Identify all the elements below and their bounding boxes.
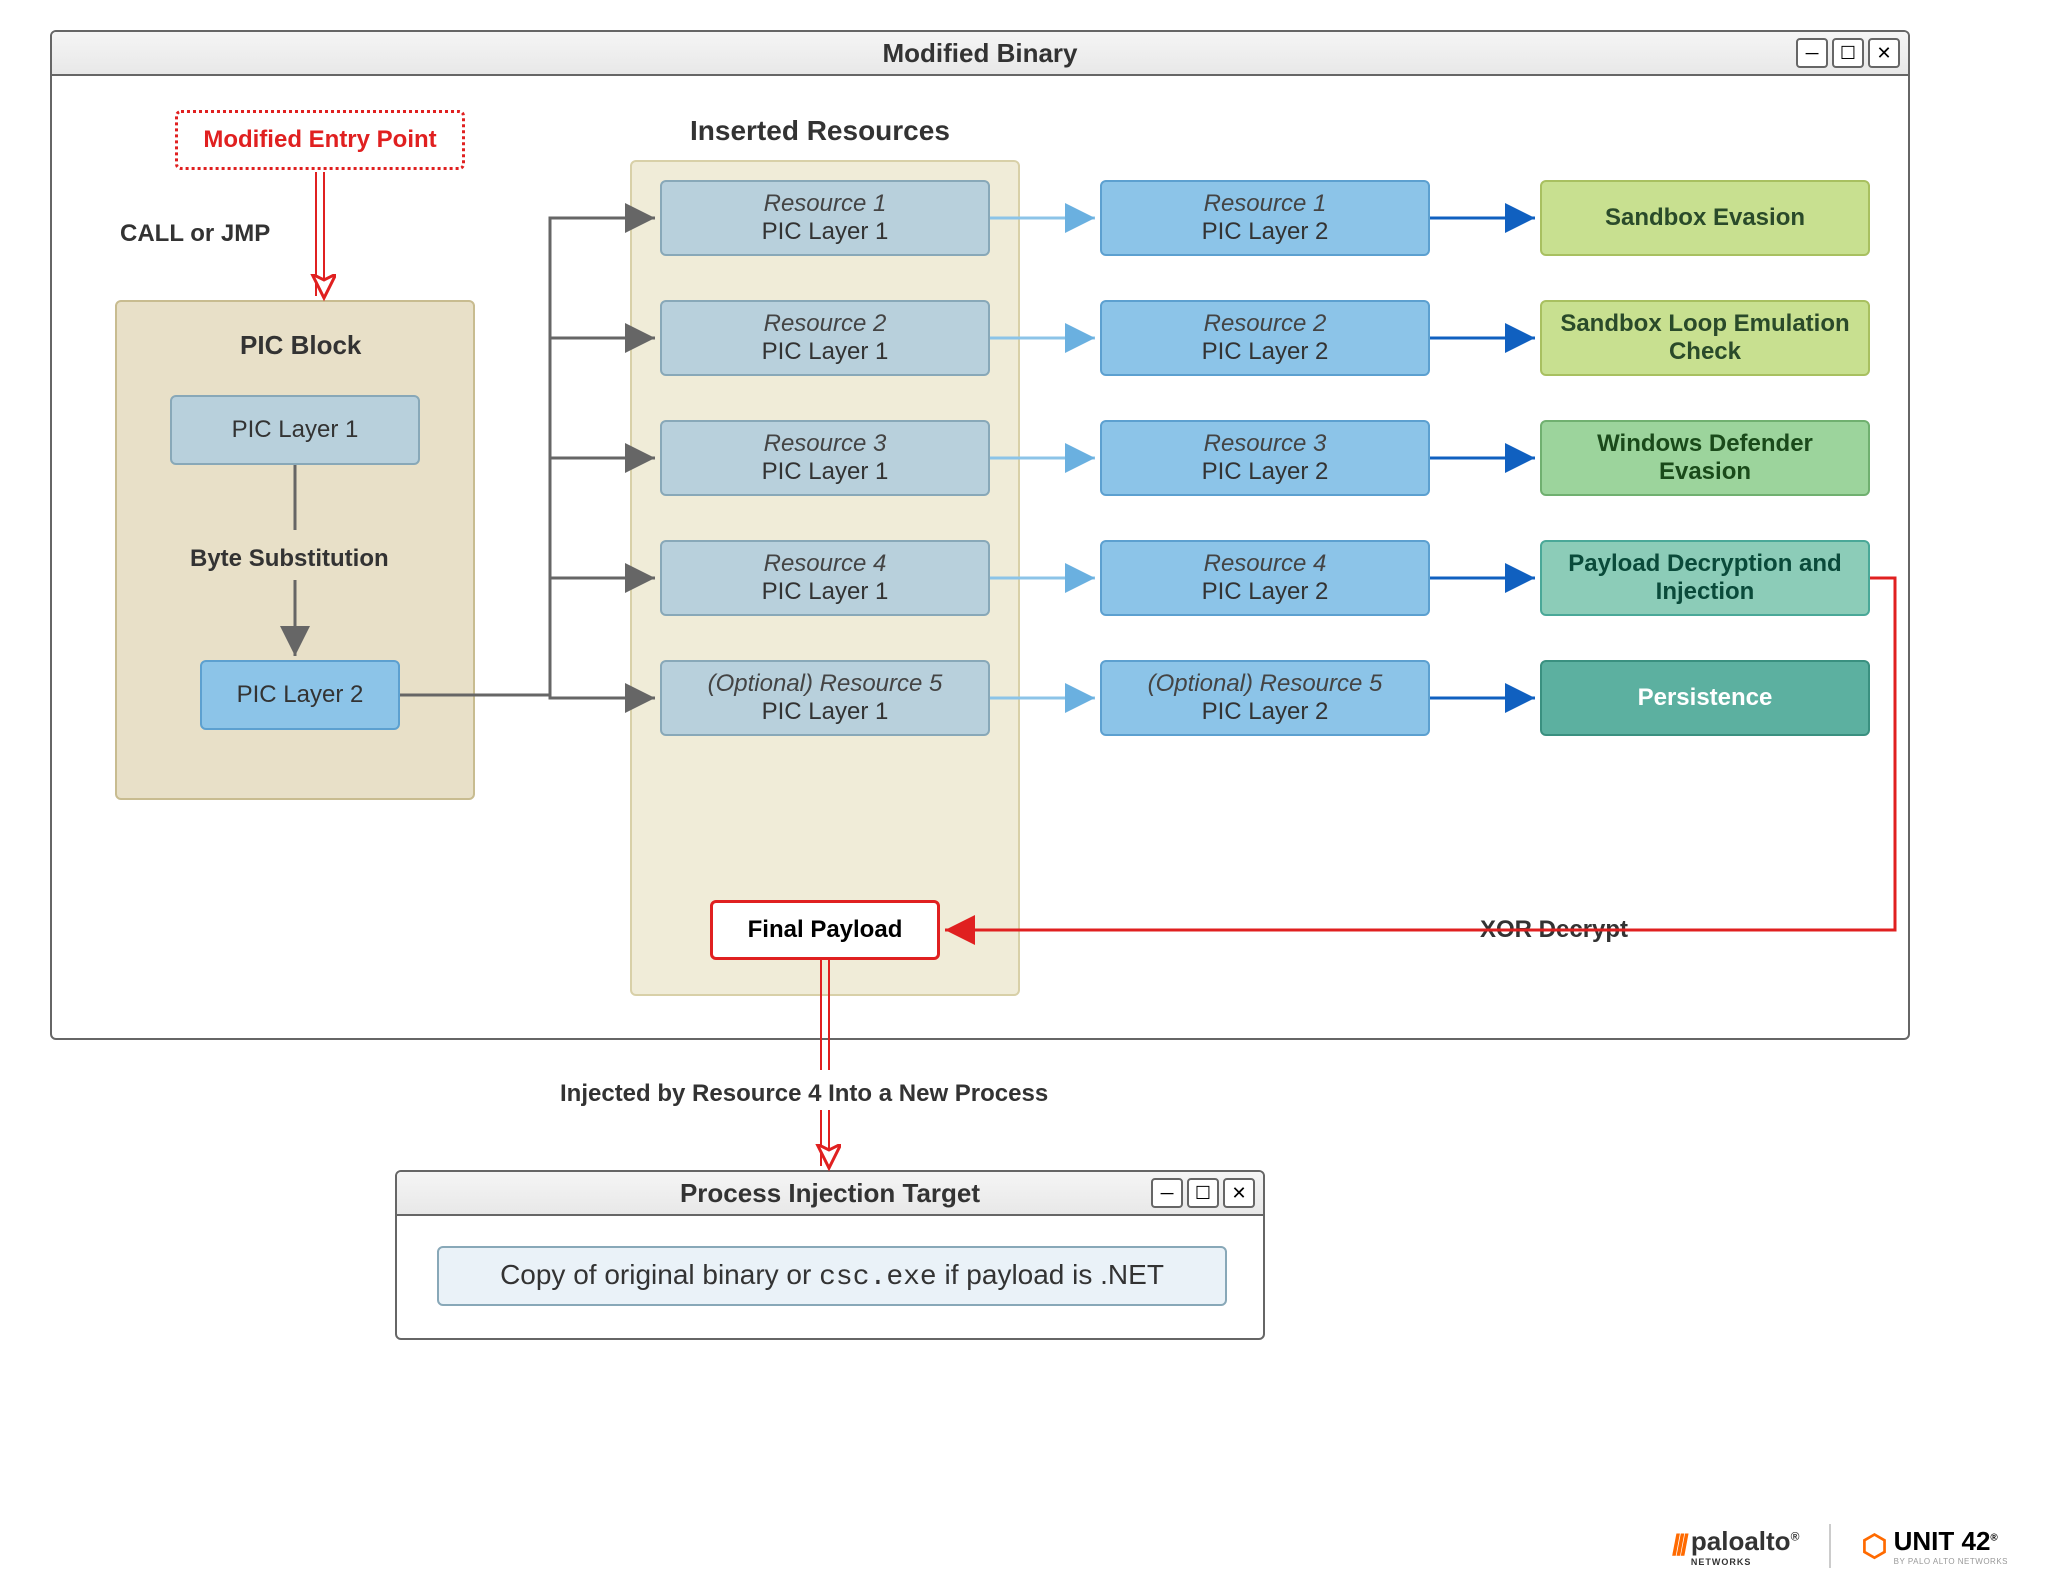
- resource-l1-box: Resource 4PIC Layer 1: [660, 540, 990, 616]
- pic-layer1-box: PIC Layer 1: [170, 395, 420, 465]
- close-icon[interactable]: ✕: [1223, 1178, 1255, 1208]
- target-titlebar: Process Injection Target ─ ☐ ✕: [397, 1172, 1263, 1216]
- entry-point-label: Modified Entry Point: [203, 126, 436, 154]
- xor-decrypt-label: XOR Decrypt: [1480, 916, 1628, 944]
- injected-label: Injected by Resource 4 Into a New Proces…: [560, 1080, 1048, 1108]
- maximize-icon[interactable]: ☐: [1187, 1178, 1219, 1208]
- target-window-controls: ─ ☐ ✕: [1151, 1178, 1255, 1208]
- pic-layer2-label: PIC Layer 2: [237, 681, 364, 709]
- close-icon[interactable]: ✕: [1868, 38, 1900, 68]
- resource-l1-box: Resource 1PIC Layer 1: [660, 180, 990, 256]
- resource-outcome-box: Sandbox Loop Emulation Check: [1540, 300, 1870, 376]
- paloalto-chevron-icon: ///: [1672, 1529, 1685, 1563]
- resource-l2-box: Resource 2PIC Layer 2: [1100, 300, 1430, 376]
- main-titlebar: Modified Binary ─ ☐ ✕: [52, 32, 1908, 76]
- resource-outcome-box: Sandbox Evasion: [1540, 180, 1870, 256]
- resource-outcome-box: Windows Defender Evasion: [1540, 420, 1870, 496]
- unit42-mark-icon: ⬡: [1861, 1529, 1887, 1564]
- pic-layer2-box: PIC Layer 2: [200, 660, 400, 730]
- call-jmp-label: CALL or JMP: [120, 220, 270, 248]
- paloalto-logo: /// paloalto® NETWORKS: [1672, 1526, 1800, 1567]
- resource-l1-box: Resource 3PIC Layer 1: [660, 420, 990, 496]
- resource-l2-box: Resource 3PIC Layer 2: [1100, 420, 1430, 496]
- pic-block-title: PIC Block: [240, 330, 361, 361]
- footer-logos: /// paloalto® NETWORKS ⬡ UNIT 42® BY PAL…: [1672, 1524, 2008, 1568]
- minimize-icon[interactable]: ─: [1151, 1178, 1183, 1208]
- resource-l1-box: (Optional) Resource 5PIC Layer 1: [660, 660, 990, 736]
- window-controls: ─ ☐ ✕: [1796, 38, 1900, 68]
- entry-point-box: Modified Entry Point: [175, 110, 465, 170]
- target-title: Process Injection Target: [680, 1178, 980, 1209]
- resource-l2-box: Resource 1PIC Layer 2: [1100, 180, 1430, 256]
- inserted-title: Inserted Resources: [690, 115, 950, 147]
- final-payload-label: Final Payload: [748, 916, 903, 944]
- logo-divider: [1829, 1524, 1831, 1568]
- resource-outcome-box: Payload Decryption and Injection: [1540, 540, 1870, 616]
- main-title: Modified Binary: [882, 38, 1077, 69]
- resource-l1-box: Resource 2PIC Layer 1: [660, 300, 990, 376]
- minimize-icon[interactable]: ─: [1796, 38, 1828, 68]
- target-content-box: Copy of original binary or csc.exe if pa…: [437, 1246, 1227, 1306]
- resource-l2-box: (Optional) Resource 5PIC Layer 2: [1100, 660, 1430, 736]
- final-payload-box: Final Payload: [710, 900, 940, 960]
- resource-l2-box: Resource 4PIC Layer 2: [1100, 540, 1430, 616]
- target-window: Process Injection Target ─ ☐ ✕ Copy of o…: [395, 1170, 1265, 1340]
- resource-outcome-box: Persistence: [1540, 660, 1870, 736]
- target-text: Copy of original binary or csc.exe if pa…: [500, 1259, 1164, 1293]
- pic-layer1-label: PIC Layer 1: [232, 416, 359, 444]
- byte-sub-label: Byte Substitution: [190, 545, 389, 573]
- unit42-logo: ⬡ UNIT 42® BY PALO ALTO NETWORKS: [1861, 1526, 2008, 1566]
- maximize-icon[interactable]: ☐: [1832, 38, 1864, 68]
